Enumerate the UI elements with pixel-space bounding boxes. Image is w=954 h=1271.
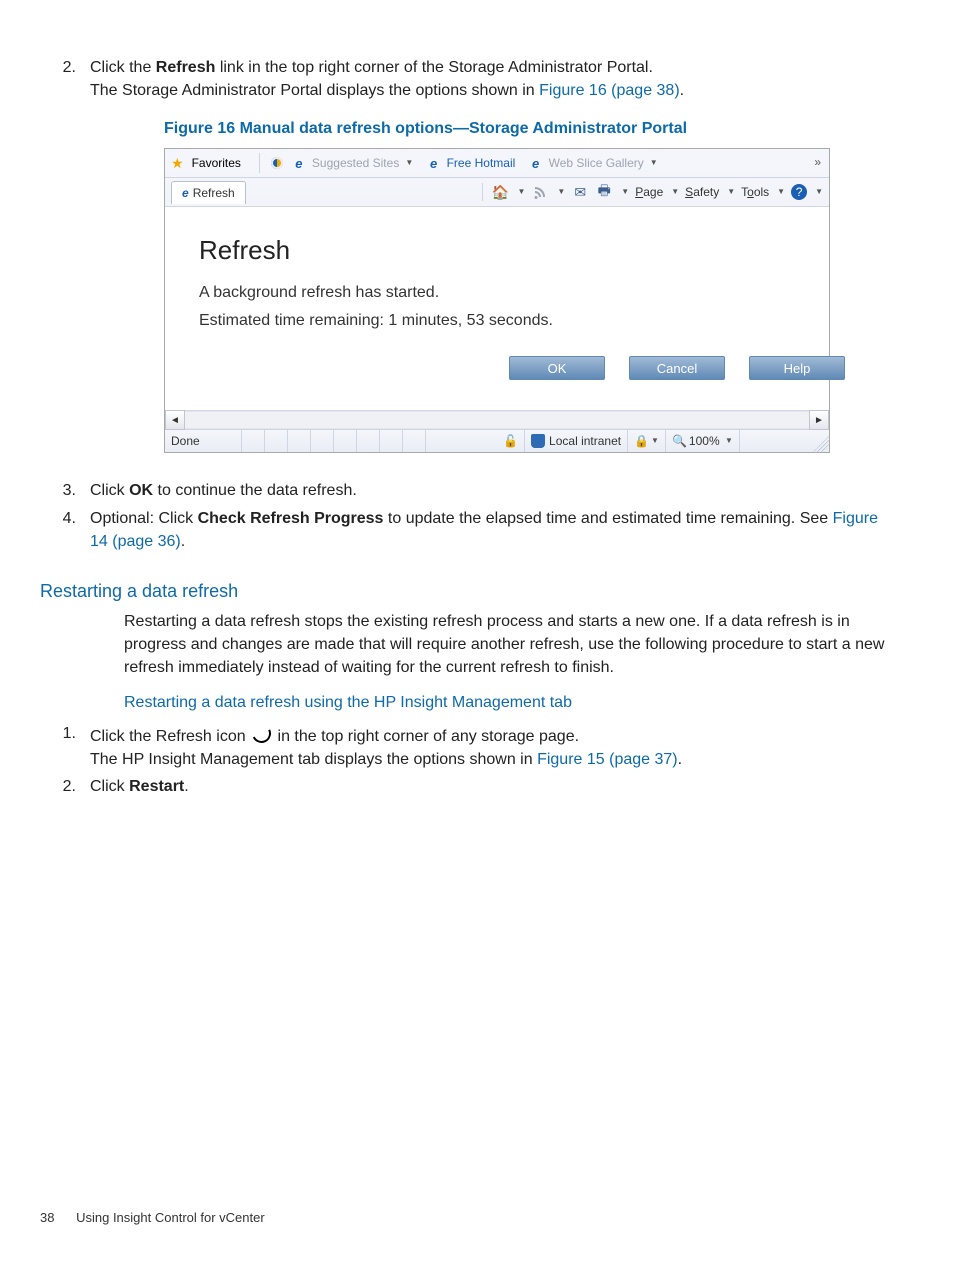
text: Click	[90, 778, 129, 795]
footer-title: Using Insight Control for vCenter	[76, 1210, 265, 1225]
free-hotmail-link[interactable]: Free Hotmail	[447, 156, 516, 170]
step-list-after: 3. Click OK to continue the data refresh…	[40, 479, 896, 553]
step-number: 3.	[40, 479, 90, 502]
text: The HP Insight Management tab displays t…	[90, 751, 537, 768]
zoom-control[interactable]: 🔍100% ▼	[666, 430, 740, 452]
ie-status-bar: Done 🔓 Local intranet 🔒▼ 🔍100% ▼	[165, 429, 829, 452]
text: .	[680, 82, 684, 99]
section-paragraph: Restarting a data refresh stops the exis…	[124, 610, 896, 680]
text: in the top right corner of any storage p…	[273, 728, 579, 745]
cancel-button[interactable]: Cancel	[629, 356, 725, 380]
figure-link[interactable]: Figure 16 (page 38)	[539, 82, 680, 99]
shield-icon	[531, 434, 545, 448]
favorites-label: Favorites	[192, 156, 241, 170]
figure-caption: Figure 16 Manual data refresh options—St…	[164, 120, 896, 138]
text: .	[181, 533, 185, 550]
step-number: 2.	[40, 56, 90, 102]
star-icon: ★	[171, 155, 184, 172]
ie-icon: e	[529, 156, 543, 170]
horizontal-scrollbar[interactable]: ◄ ►	[165, 410, 829, 429]
text: Click	[90, 482, 129, 499]
page-number: 38	[40, 1210, 54, 1225]
section-heading: Restarting a data refresh	[40, 581, 896, 602]
text: Optional: Click	[90, 510, 198, 527]
help-icon[interactable]: ?	[791, 184, 807, 200]
feeds-icon[interactable]	[531, 183, 549, 201]
status-cells	[242, 430, 426, 452]
tools-menu[interactable]: ToToolsols	[741, 185, 769, 199]
print-icon[interactable]: 🖶	[595, 183, 613, 201]
sub-heading: Restarting a data refresh using the HP I…	[124, 694, 896, 712]
refresh-icon	[249, 721, 273, 745]
status-icon-cell: 🔓	[497, 430, 525, 452]
safety-menu[interactable]: SSafetyafety	[685, 185, 719, 199]
suggested-sites-link[interactable]: Suggested Sites	[312, 156, 399, 170]
help-button[interactable]: Help	[749, 356, 845, 380]
text: Click the Refresh icon	[90, 728, 250, 745]
ie-command-bar: 🏠▼ ▼ ✉ 🖶▼ PPageage▼ SSafetyafety▼ ToTool…	[480, 183, 823, 201]
text: Click the	[90, 59, 156, 76]
content-line: A background refresh has started.	[199, 284, 799, 302]
text: to continue the data refresh.	[153, 482, 357, 499]
figure-link[interactable]: Figure 15 (page 37)	[537, 751, 678, 768]
screenshot-figure: ★ Favorites e Suggested Sites▼ e Free Ho…	[164, 148, 830, 453]
home-icon[interactable]: 🏠	[491, 183, 509, 201]
step-2b: 2. Click Restart.	[40, 775, 896, 798]
content-line: Estimated time remaining: 1 minutes, 53 …	[199, 312, 799, 330]
status-zone: Local intranet	[525, 430, 628, 452]
chevron-icon[interactable]: »	[814, 155, 821, 169]
page-content: Refresh A background refresh has started…	[165, 207, 829, 410]
ie-icon: e	[182, 186, 189, 200]
text: link in the top right corner of the Stor…	[215, 59, 653, 76]
ie-icon: e	[427, 156, 441, 170]
bold-text: Refresh	[156, 59, 216, 76]
separator	[259, 153, 260, 173]
text: .	[678, 751, 682, 768]
step-number: 2.	[40, 775, 90, 798]
bold-text: Restart	[129, 778, 184, 795]
bold-text: OK	[129, 482, 153, 499]
step-2: 2. Click the Refresh link in the top rig…	[40, 56, 896, 102]
ok-button[interactable]: OK	[509, 356, 605, 380]
page-footer: 38 Using Insight Control for vCenter	[40, 1210, 265, 1225]
scroll-right-button[interactable]: ►	[809, 410, 829, 430]
status-done: Done	[165, 430, 242, 452]
text: The Storage Administrator Portal display…	[90, 82, 539, 99]
ie-icon: e	[292, 156, 306, 170]
web-slice-link[interactable]: Web Slice Gallery	[549, 156, 644, 170]
step-number: 4.	[40, 507, 90, 553]
content-heading: Refresh	[199, 235, 799, 266]
step-3: 3. Click OK to continue the data refresh…	[40, 479, 896, 502]
step-1b: 1. Click the Refresh icon in the top rig…	[40, 722, 896, 771]
scroll-left-button[interactable]: ◄	[165, 410, 185, 430]
step-4: 4. Optional: Click Check Refresh Progres…	[40, 507, 896, 553]
text: to update the elapsed time and estimated…	[383, 510, 832, 527]
scroll-track[interactable]	[185, 412, 809, 428]
step-list-bottom: 1. Click the Refresh icon in the top rig…	[40, 722, 896, 799]
add-favorite-icon[interactable]	[270, 156, 284, 170]
resize-grip[interactable]	[811, 430, 829, 452]
text: .	[184, 778, 188, 795]
page-menu[interactable]: PPageage	[635, 185, 663, 199]
step-number: 1.	[40, 722, 90, 771]
step-list-top: 2. Click the Refresh link in the top rig…	[40, 56, 896, 102]
ie-tab-bar: e Refresh 🏠▼ ▼ ✉ 🖶▼ PPageage▼ SSafetyafe…	[165, 178, 829, 207]
read-mail-icon[interactable]: ✉	[571, 183, 589, 201]
browser-tab[interactable]: e Refresh	[171, 181, 246, 204]
tab-title: Refresh	[193, 186, 235, 200]
bold-text: Check Refresh Progress	[198, 510, 384, 527]
protected-mode[interactable]: 🔒▼	[628, 430, 666, 452]
ie-favorites-bar: ★ Favorites e Suggested Sites▼ e Free Ho…	[165, 149, 829, 178]
